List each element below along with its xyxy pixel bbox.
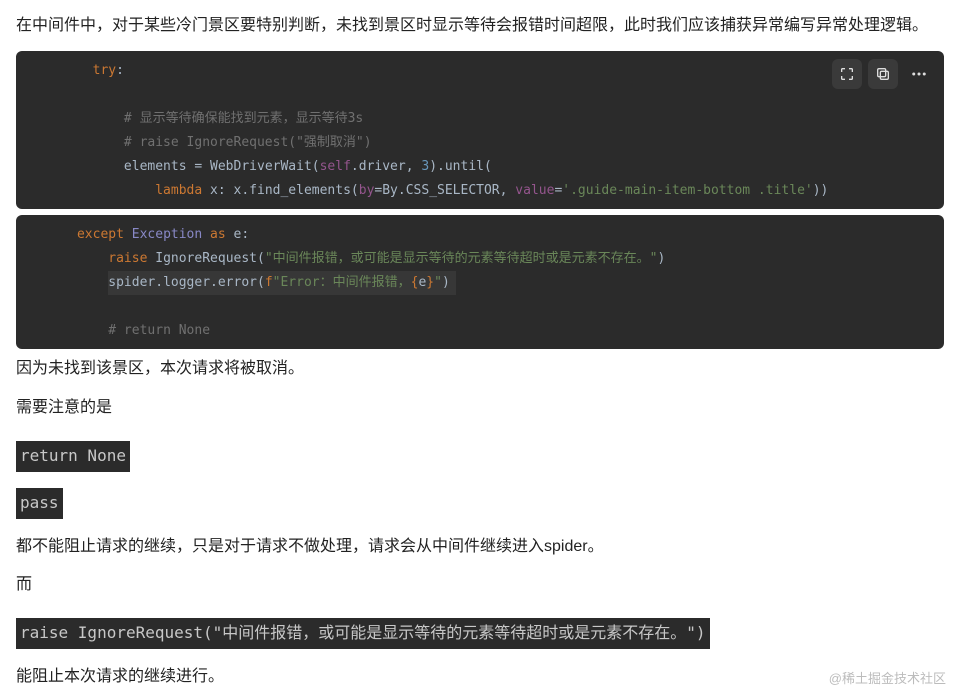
intro-paragraph: 在中间件中，对于某些冷门景区要特别判断，未找到景区时显示等待会报错时间超限，此时… bbox=[16, 12, 944, 41]
code-block-try: try: # 显示等待确保能找到元素，显示等待3s # raise Ignore… bbox=[16, 51, 944, 209]
watermark: @稀土掘金技术社区 bbox=[829, 667, 946, 690]
para-continue: 都不能阻止请求的继续，只是对于请求不做处理，请求会从中间件继续进入spider。 bbox=[16, 533, 944, 562]
code-toolbar bbox=[832, 59, 934, 89]
code-content: try: # 显示等待确保能找到元素，显示等待3s # raise Ignore… bbox=[30, 59, 930, 203]
para-stop: 能阻止本次请求的继续进行。 bbox=[16, 663, 944, 692]
inline-code-pass: pass bbox=[16, 488, 63, 519]
inline-code-raise: raise IgnoreRequest("中间件报错，或可能是显示等待的元素等待… bbox=[16, 618, 710, 649]
para-cancel: 因为未找到该景区，本次请求将被取消。 bbox=[16, 355, 944, 384]
inline-code-return: return None bbox=[16, 441, 130, 472]
expand-icon[interactable] bbox=[832, 59, 862, 89]
copy-icon[interactable] bbox=[868, 59, 898, 89]
para-er: 而 bbox=[16, 571, 944, 600]
code-content-2: except Exception as e: raise IgnoreReque… bbox=[30, 223, 930, 343]
code-block-except: except Exception as e: raise IgnoreReque… bbox=[16, 215, 944, 349]
para-note: 需要注意的是 bbox=[16, 394, 944, 423]
more-icon[interactable] bbox=[904, 59, 934, 89]
